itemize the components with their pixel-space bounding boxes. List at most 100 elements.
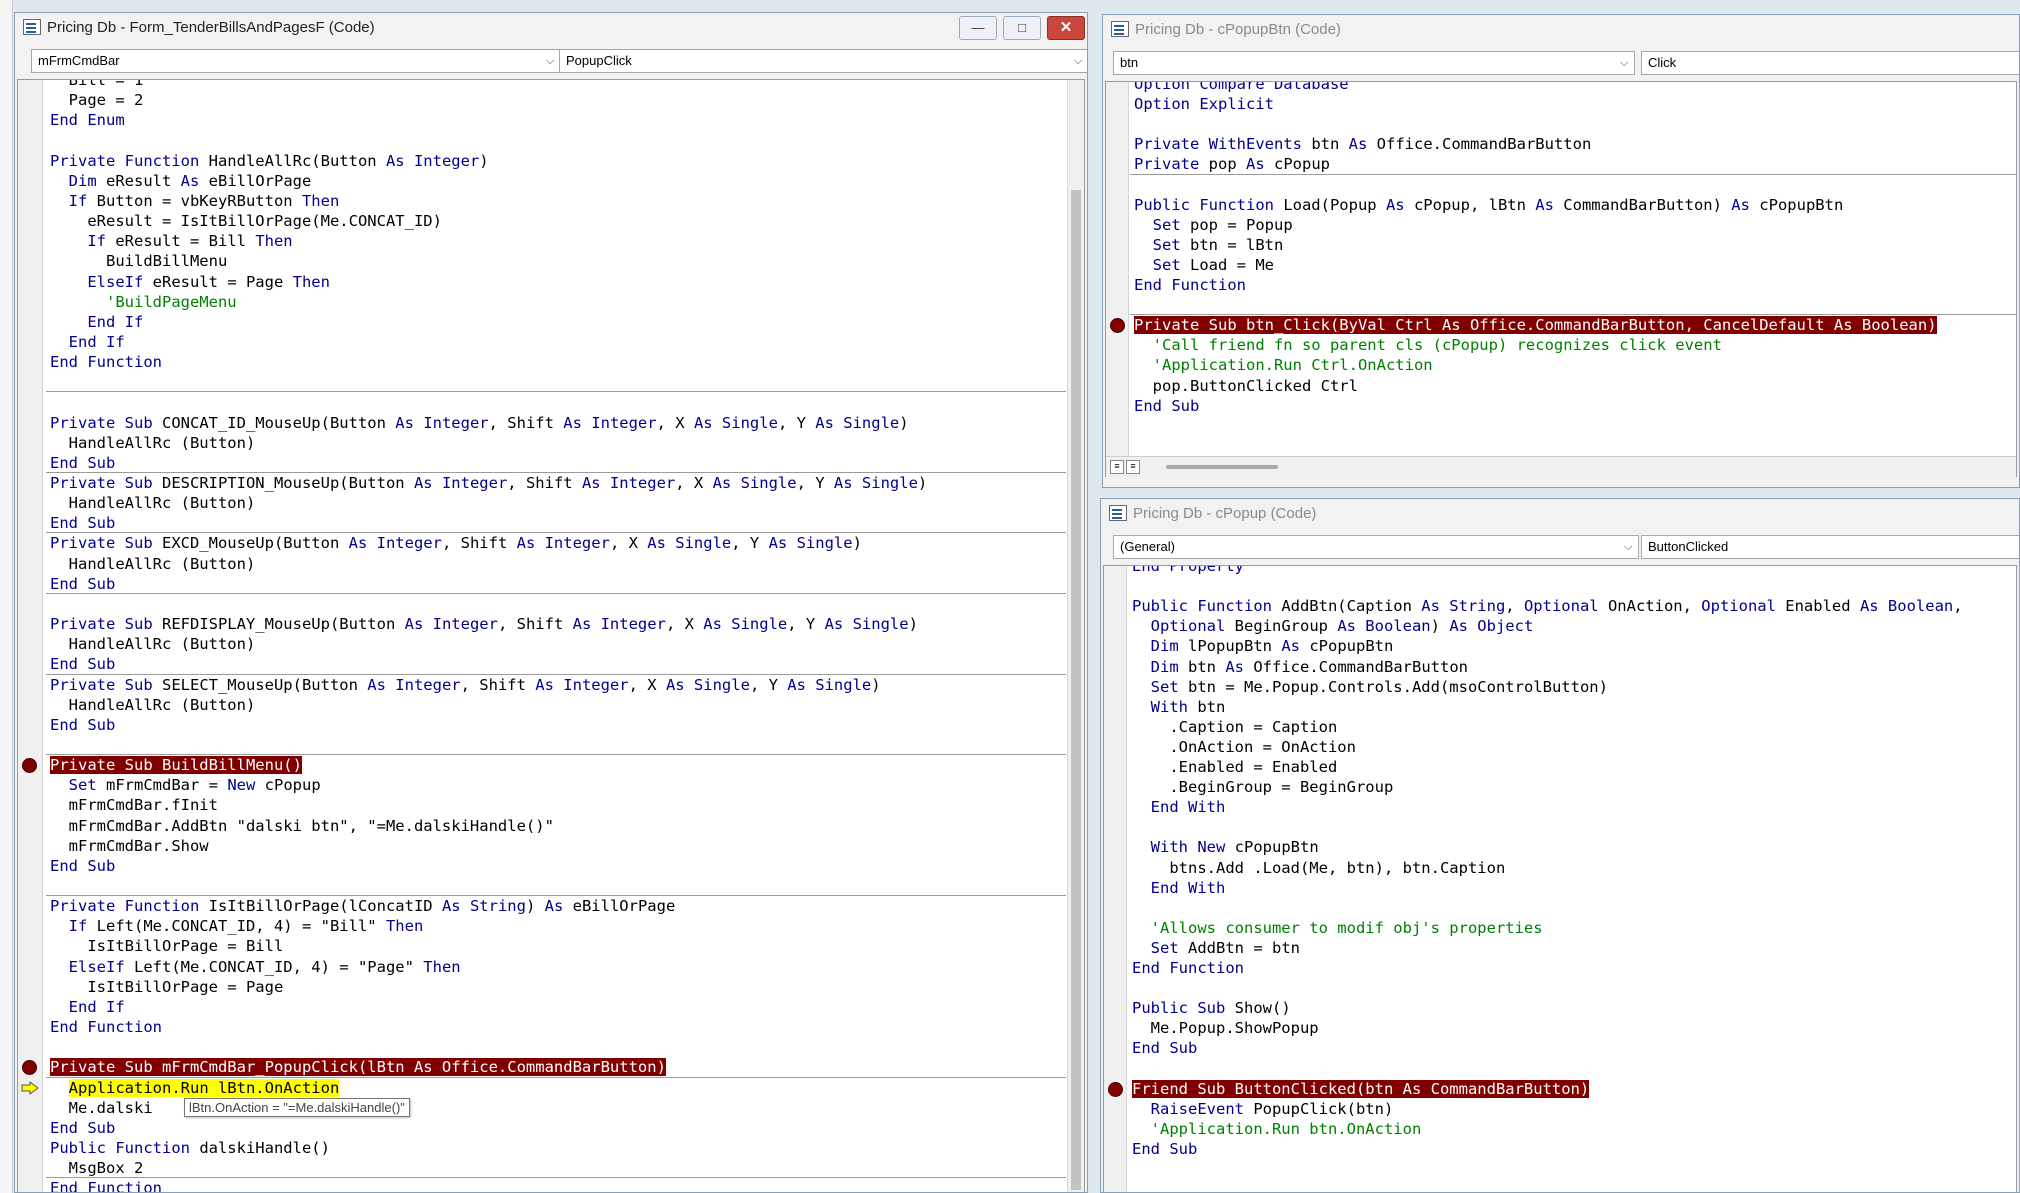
code-line[interactable]: End Sub: [1132, 1139, 1197, 1159]
code-line[interactable]: End Sub: [50, 654, 115, 674]
code-line[interactable]: End If: [50, 312, 143, 332]
breakpoint-icon[interactable]: [22, 758, 37, 774]
code-line[interactable]: Private Sub SELECT_MouseUp(Button As Int…: [50, 675, 881, 695]
horizontal-scrollbar[interactable]: ≡ ≡: [1106, 456, 2016, 477]
code-line[interactable]: With New cPopupBtn: [1132, 837, 1319, 857]
chevron-down-icon[interactable]: ⌵: [1074, 56, 1084, 67]
code-line[interactable]: End Enum: [50, 110, 125, 130]
code-editor[interactable]: Bill = 1 Page = 2 End Enum Private Functio…: [46, 80, 1066, 1192]
code-line[interactable]: ElseIf eResult = Page Then: [50, 272, 330, 292]
code-line[interactable]: 'Application.Run Ctrl.OnAction: [1134, 355, 1433, 375]
code-pane[interactable]: End Property Public Function AddBtn(Capti…: [1103, 565, 2017, 1192]
code-line[interactable]: End Sub: [50, 574, 115, 594]
object-combo[interactable]: mFrmCmdBar ⌵: [31, 49, 561, 73]
code-line[interactable]: Public Function Load(Popup As cPopup, lB…: [1134, 195, 1843, 215]
procedure-view-icon[interactable]: ≡: [1110, 460, 1124, 474]
code-editor[interactable]: End Property Public Function AddBtn(Capti…: [1128, 566, 2016, 1192]
title-bar[interactable]: Pricing Db - cPopup (Code): [1101, 499, 2019, 529]
code-line[interactable]: Public Function AddBtn(Caption As String…: [1132, 596, 1963, 616]
code-pane[interactable]: Option Compare Database Option Explicit Pr…: [1105, 81, 2017, 477]
code-line[interactable]: End Sub: [50, 1118, 115, 1138]
code-line[interactable]: BuildBillMenu: [50, 251, 227, 271]
code-line[interactable]: End With: [1132, 797, 1226, 817]
code-line[interactable]: eResult = IsItBillOrPage(Me.CONCAT_ID): [50, 211, 442, 231]
code-line[interactable]: Private Sub CONCAT_ID_MouseUp(Button As …: [50, 413, 909, 433]
code-line[interactable]: End Sub: [50, 856, 115, 876]
margin-indicator-bar[interactable]: [18, 80, 43, 1192]
code-line[interactable]: Set btn = lBtn: [1134, 235, 1284, 255]
code-line[interactable]: End Sub: [50, 513, 115, 533]
code-line[interactable]: Private Sub btn_Click(ByVal Ctrl As Offi…: [1134, 315, 1937, 335]
breakpoint-icon[interactable]: [1108, 1081, 1123, 1097]
code-line[interactable]: Set mFrmCmdBar = New cPopup: [50, 775, 321, 795]
code-line[interactable]: btns.Add .Load(Me, btn), btn.Caption: [1132, 858, 1505, 878]
code-line[interactable]: HandleAllRc (Button): [50, 554, 256, 574]
code-line[interactable]: Private Sub mFrmCmdBar_PopupClick(lBtn A…: [50, 1057, 666, 1077]
procedure-combo[interactable]: PopupClick ⌵: [559, 49, 1087, 73]
code-line[interactable]: End Function: [50, 1178, 162, 1192]
code-line[interactable]: .OnAction = OnAction: [1132, 737, 1356, 757]
code-line[interactable]: End Function: [1132, 958, 1244, 978]
code-editor[interactable]: Option Compare Database Option Explicit Pr…: [1130, 82, 2016, 477]
code-line[interactable]: Me.dalski: [50, 1098, 153, 1118]
margin-indicator-bar[interactable]: [1106, 82, 1129, 477]
margin-indicator-bar[interactable]: [1104, 566, 1127, 1192]
code-line[interactable]: Option Compare Database: [1134, 82, 1349, 94]
code-line[interactable]: pop.ButtonClicked Ctrl: [1134, 376, 1358, 396]
code-line[interactable]: 'Application.Run btn.OnAction: [1132, 1119, 1422, 1139]
code-line[interactable]: mFrmCmdBar.AddBtn "dalski btn", "=Me.dal…: [50, 816, 554, 836]
code-line[interactable]: Set btn = Me.Popup.Controls.Add(msoContr…: [1132, 677, 1608, 697]
code-line[interactable]: 'Allows consumer to modif obj's properti…: [1132, 918, 1543, 938]
code-line[interactable]: Private Sub DESCRIPTION_MouseUp(Button A…: [50, 473, 927, 493]
minimize-button[interactable]: —: [959, 16, 997, 40]
code-line[interactable]: Dim eResult As eBillOrPage: [50, 171, 312, 191]
code-line[interactable]: If Button = vbKeyRButton Then: [50, 191, 340, 211]
object-combo[interactable]: (General) ⌵: [1113, 535, 1639, 559]
code-line[interactable]: End If: [50, 997, 125, 1017]
code-line[interactable]: Friend Sub ButtonClicked(btn As CommandB…: [1132, 1079, 1590, 1099]
title-bar[interactable]: Pricing Db - Form_TenderBillsAndPagesF (…: [15, 13, 1087, 43]
code-line[interactable]: RaiseEvent PopupClick(btn): [1132, 1099, 1394, 1119]
code-line[interactable]: Option Explicit: [1134, 94, 1274, 114]
object-combo[interactable]: btn ⌵: [1113, 51, 1635, 75]
code-line[interactable]: Public Function dalskiHandle(): [50, 1138, 330, 1158]
code-line[interactable]: Dim lPopupBtn As cPopupBtn: [1132, 636, 1394, 656]
chevron-down-icon[interactable]: ⌵: [1620, 58, 1630, 69]
code-line[interactable]: End With: [1132, 878, 1226, 898]
chevron-down-icon[interactable]: ⌵: [1624, 542, 1634, 553]
code-line[interactable]: IsItBillOrPage = Bill: [50, 936, 283, 956]
code-line[interactable]: End Property: [1132, 566, 1244, 576]
code-window-cpopupbtn[interactable]: Pricing Db - cPopupBtn (Code) btn ⌵ Clic…: [1102, 14, 2020, 488]
code-line[interactable]: Private Function HandleAllRc(Button As I…: [50, 151, 489, 171]
code-line[interactable]: Me.Popup.ShowPopup: [1132, 1018, 1319, 1038]
full-module-view-icon[interactable]: ≡: [1126, 460, 1140, 474]
code-pane[interactable]: Bill = 1 Page = 2 End Enum Private Functio…: [17, 79, 1085, 1192]
code-line[interactable]: Private Sub REFDISPLAY_MouseUp(Button As…: [50, 614, 918, 634]
code-line[interactable]: Private WithEvents btn As Office.Command…: [1134, 134, 1591, 154]
code-line[interactable]: Private Sub BuildBillMenu(): [50, 755, 302, 775]
code-line[interactable]: Bill = 1: [50, 80, 144, 90]
maximize-button[interactable]: □: [1003, 16, 1041, 40]
code-line[interactable]: IsItBillOrPage = Page: [50, 977, 283, 997]
code-window-cpopup[interactable]: Pricing Db - cPopup (Code) (General) ⌵ B…: [1100, 498, 2020, 1193]
code-line[interactable]: HandleAllRc (Button): [50, 634, 256, 654]
close-button[interactable]: ✕: [1047, 16, 1085, 40]
code-line[interactable]: HandleAllRc (Button): [50, 695, 256, 715]
code-line[interactable]: Optional BeginGroup As Boolean) As Objec…: [1132, 616, 1534, 636]
code-line[interactable]: End Sub: [50, 715, 115, 735]
code-line[interactable]: mFrmCmdBar.Show: [50, 836, 209, 856]
code-line[interactable]: .Caption = Caption: [1132, 717, 1337, 737]
code-line[interactable]: End Sub: [50, 453, 115, 473]
code-line[interactable]: Public Sub Show(): [1132, 998, 1291, 1018]
code-line[interactable]: Page = 2: [50, 90, 144, 110]
scrollbar-thumb[interactable]: [1071, 190, 1081, 1190]
vertical-scrollbar[interactable]: [1067, 80, 1084, 1192]
code-line[interactable]: Set Load = Me: [1134, 255, 1274, 275]
code-line[interactable]: Dim btn As Office.CommandBarButton: [1132, 657, 1468, 677]
code-line[interactable]: MsgBox 2: [50, 1158, 144, 1178]
title-bar[interactable]: Pricing Db - cPopupBtn (Code): [1103, 15, 2019, 45]
code-line[interactable]: End Sub: [1132, 1038, 1197, 1058]
code-line[interactable]: End Function: [1134, 275, 1246, 295]
code-line[interactable]: .BeginGroup = BeginGroup: [1132, 777, 1393, 797]
code-line[interactable]: With btn: [1132, 697, 1226, 717]
